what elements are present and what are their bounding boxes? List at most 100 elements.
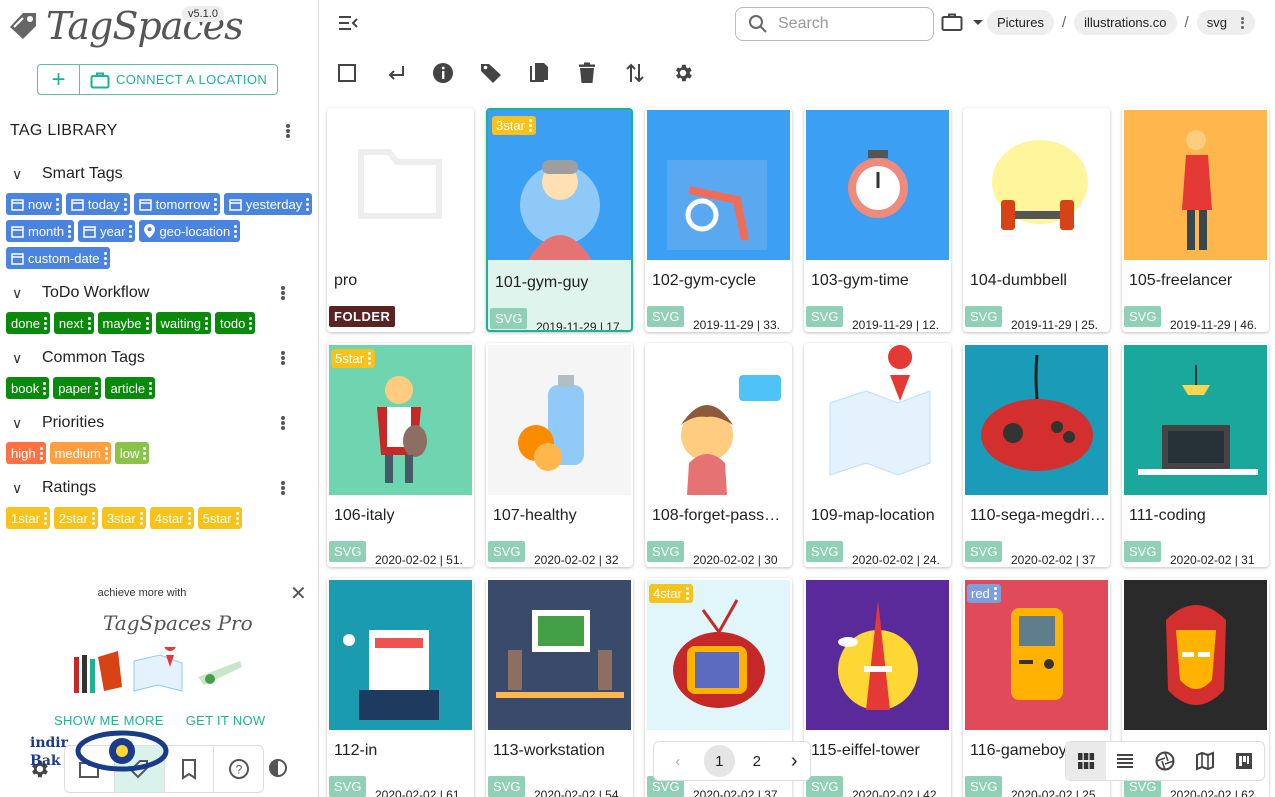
info-icon[interactable]	[432, 62, 454, 84]
grid-view-button[interactable]	[1066, 742, 1106, 780]
tag-icon[interactable]	[480, 62, 502, 84]
tag-group-smart-tags[interactable]: ∨ Smart Tags	[0, 160, 318, 188]
tag-month[interactable]: month	[6, 220, 75, 242]
tag-medium[interactable]: medium	[49, 442, 111, 464]
file-card[interactable]: 5star 106-italy SVG 2020-02-02 | 51.	[327, 343, 474, 567]
tag-low[interactable]: low	[114, 442, 150, 464]
tag-label: low	[119, 445, 140, 461]
briefcase-icon	[90, 72, 110, 88]
chevron-down-icon[interactable]: ∨	[12, 480, 32, 497]
file-tag-label: 4star	[653, 586, 682, 601]
tag-group-ratings[interactable]: ∨ Ratings	[0, 474, 318, 502]
tag-now[interactable]: now	[6, 193, 62, 215]
tag-geo-location[interactable]: geo-location	[139, 220, 241, 242]
connect-location-button[interactable]: CONNECT A LOCATION	[80, 64, 279, 95]
tag-custom-date[interactable]: custom-date	[6, 247, 110, 269]
file-tag[interactable]: 5star	[331, 349, 375, 368]
list-view-button[interactable]	[1106, 742, 1146, 780]
location-switcher[interactable]	[941, 12, 985, 32]
help-nav-button[interactable]: ?	[214, 746, 263, 792]
search-icon	[749, 15, 767, 33]
group-title: Ratings	[42, 479, 97, 496]
select-all-checkbox-icon[interactable]	[338, 64, 356, 82]
tag-next[interactable]: next	[53, 312, 94, 334]
kanban-view-button[interactable]	[1224, 742, 1264, 780]
file-card[interactable]: 107-healthy SVG 2020-02-02 | 32	[486, 343, 633, 567]
theme-contrast-icon[interactable]	[268, 758, 288, 778]
page-button[interactable]: 2	[741, 745, 773, 777]
chevron-down-icon[interactable]: ∨	[12, 285, 32, 302]
tag-today[interactable]: today	[65, 193, 130, 215]
file-title: 103-gym-time	[811, 272, 909, 289]
chevron-down-icon[interactable]: ∨	[12, 350, 32, 367]
tag-year[interactable]: year	[78, 220, 136, 242]
file-meta: 2019-11-29 | 25.	[1011, 318, 1098, 332]
tag-tomorrow[interactable]: tomorrow	[133, 193, 220, 215]
tag-todo[interactable]: todo	[215, 312, 256, 334]
file-tag[interactable]: red	[967, 584, 1001, 603]
tag-high[interactable]: high	[6, 442, 46, 464]
file-tag[interactable]: 3star	[492, 116, 536, 135]
group-menu-icon[interactable]	[281, 286, 285, 300]
add-location-button[interactable]: +	[37, 64, 80, 95]
group-menu-icon[interactable]	[281, 416, 285, 430]
tag-yesterday[interactable]: yesterday	[223, 193, 313, 215]
tag-group-todo-workflow[interactable]: ∨ ToDo Workflow	[0, 279, 318, 307]
group-title: Priorities	[42, 414, 105, 431]
file-title: 101-gym-guy	[495, 274, 589, 291]
tag-4star[interactable]: 4star	[149, 507, 194, 529]
tag-label: medium	[54, 445, 101, 461]
file-extension-badge: SVG	[329, 776, 367, 797]
menu-collapse-icon[interactable]	[338, 14, 358, 32]
file-card[interactable]: 108-forget-password SVG 2020-02-02 | 30	[645, 343, 792, 567]
file-card[interactable]: 103-gym-time SVG 2019-11-29 | 12.	[804, 108, 951, 332]
file-tag[interactable]: 4star	[649, 584, 693, 603]
group-menu-icon[interactable]	[281, 481, 285, 495]
tag-book[interactable]: book	[6, 377, 50, 399]
tag-waiting[interactable]: waiting	[155, 312, 211, 334]
tag-maybe[interactable]: maybe	[97, 312, 152, 334]
sort-icon[interactable]	[626, 62, 644, 84]
tag-group-priorities[interactable]: ∨ Priorities	[0, 409, 318, 437]
parent-folder-icon[interactable]	[387, 64, 405, 82]
page-button[interactable]: 1	[703, 745, 735, 777]
next-page-button[interactable]: ›	[779, 745, 811, 777]
tag-3star[interactable]: 3star	[101, 507, 146, 529]
get-it-now-link[interactable]: GET IT NOW	[186, 713, 266, 728]
file-card[interactable]: 102-gym-cycle SVG 2019-11-29 | 33.	[645, 108, 792, 332]
tag-2star[interactable]: 2star	[53, 507, 98, 529]
prev-page-button[interactable]: ‹	[662, 745, 694, 777]
file-card[interactable]: 111-coding SVG 2020-02-02 | 31	[1122, 343, 1269, 567]
file-card[interactable]: pro FOLDER	[327, 108, 474, 332]
file-card[interactable]: 115-eiffel-tower SVG 2020-02-02 | 42.	[804, 578, 951, 797]
chevron-down-icon[interactable]: ∨	[12, 415, 32, 432]
copy-icon[interactable]	[528, 62, 550, 84]
folder-menu-icon[interactable]	[1241, 16, 1245, 29]
file-card[interactable]: 105-freelancer SVG 2019-11-29 | 46.	[1122, 108, 1269, 332]
file-card[interactable]: 104-dumbbell SVG 2019-11-29 | 25.	[963, 108, 1110, 332]
tag-article[interactable]: article	[105, 377, 156, 399]
map-view-button[interactable]	[1185, 742, 1225, 780]
file-card[interactable]: 112-in SVG 2020-02-02 | 61.	[327, 578, 474, 797]
file-card[interactable]: 113-workstation SVG 2020-02-02 | 54	[486, 578, 633, 797]
tag-library-menu-icon[interactable]	[286, 124, 290, 138]
breadcrumb-item[interactable]: Pictures	[987, 10, 1054, 35]
settings-gear-icon[interactable]	[672, 62, 694, 84]
breadcrumb-item-current[interactable]: svg	[1196, 10, 1255, 35]
group-menu-icon[interactable]	[281, 351, 285, 365]
tag-1star[interactable]: 1star	[6, 507, 50, 529]
search-box[interactable]: Search	[735, 7, 934, 41]
watermark: indir Bak	[30, 734, 68, 770]
tag-paper[interactable]: paper	[53, 377, 102, 399]
file-card[interactable]: 109-map-location SVG 2020-02-02 | 24.	[804, 343, 951, 567]
gallery-view-button[interactable]	[1145, 742, 1185, 780]
tag-5star[interactable]: 5star	[197, 507, 242, 529]
file-card[interactable]: 110-sega-megdrive SVG 2020-02-02 | 37	[963, 343, 1110, 567]
breadcrumb-item[interactable]: illustrations.co	[1074, 10, 1177, 35]
tag-group-common-tags[interactable]: ∨ Common Tags	[0, 344, 318, 372]
delete-icon[interactable]	[578, 62, 596, 84]
chevron-down-icon[interactable]: ∨	[12, 166, 32, 183]
file-card[interactable]: 3star 101-gym-guy SVG 2019-11-29 | 17.	[486, 108, 633, 332]
tag-done[interactable]: done	[6, 312, 50, 334]
show-me-more-link[interactable]: SHOW ME MORE	[54, 713, 164, 728]
